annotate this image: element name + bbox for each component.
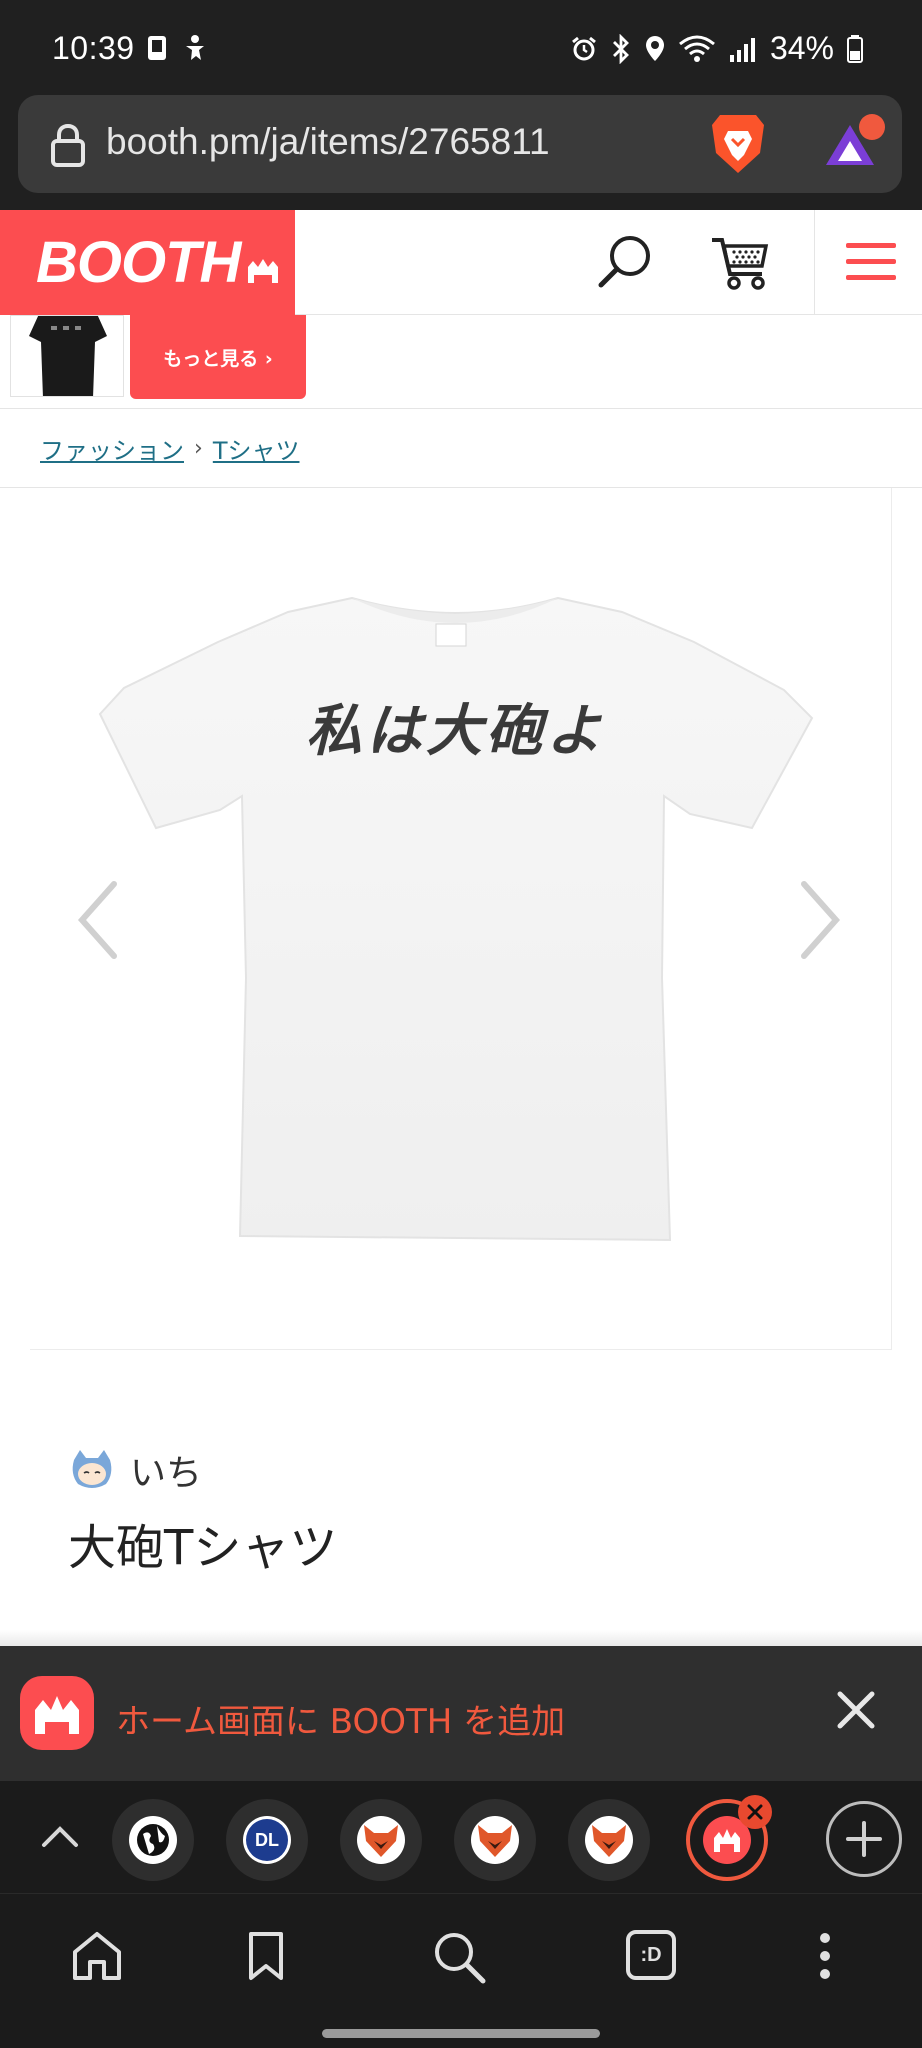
- product-title: 大砲Tシャツ: [68, 1520, 338, 1576]
- battery-percentage: 34%: [769, 30, 834, 66]
- product-image-tshirt: 私は大砲よ: [98, 596, 814, 1242]
- browser-toolbar: booth.pm/ja/items/2765811: [0, 92, 922, 210]
- tab-dl[interactable]: DL: [226, 1799, 308, 1881]
- brave-shields-icon[interactable]: [708, 111, 768, 177]
- plus-icon: [846, 1821, 882, 1857]
- tabs-switcher-button[interactable]: :D: [626, 1930, 676, 1980]
- shop-link[interactable]: いち: [68, 1444, 202, 1496]
- tab-strip: DL: [0, 1781, 922, 1893]
- item-thumbnail[interactable]: [10, 315, 124, 397]
- home-indicator[interactable]: [322, 2029, 600, 2038]
- tshirt-print-text: 私は大砲よ: [306, 699, 606, 764]
- url-text[interactable]: booth.pm/ja/items/2765811: [106, 121, 550, 163]
- tab-fox-2[interactable]: [454, 1799, 536, 1881]
- gallery-next-arrow-icon[interactable]: [794, 880, 844, 960]
- tab-globe[interactable]: [112, 1799, 194, 1881]
- signal-icon: [729, 37, 755, 62]
- booth-app-icon: [20, 1676, 94, 1750]
- booth-logo[interactable]: BOOTH: [0, 210, 295, 315]
- search-icon[interactable]: [432, 1930, 488, 1986]
- shop-items-strip: もっと見る ›: [0, 315, 922, 400]
- add-to-home-text[interactable]: ホーム画面に BOOTH を追加: [116, 1694, 565, 1743]
- tab-close-icon[interactable]: [738, 1795, 772, 1829]
- accessibility-icon: [186, 35, 204, 60]
- more-options-icon[interactable]: [815, 1930, 835, 1982]
- close-icon[interactable]: [836, 1690, 876, 1730]
- shop-avatar-icon: [72, 1450, 112, 1488]
- globe-icon: [129, 1816, 177, 1864]
- gallery-prev-arrow-icon[interactable]: [74, 880, 124, 960]
- address-bar[interactable]: booth.pm/ja/items/2765811: [18, 95, 902, 193]
- lock-icon: [51, 123, 85, 167]
- fox-icon: [357, 1816, 405, 1864]
- fox-icon: [471, 1816, 519, 1864]
- cart-icon[interactable]: [710, 234, 770, 292]
- breadcrumb-fashion[interactable]: ファッション: [40, 431, 184, 466]
- search-icon[interactable]: [596, 232, 656, 292]
- device-icon: [148, 36, 166, 60]
- site-header: BOOTH: [0, 210, 922, 315]
- status-left-icons: [144, 34, 208, 62]
- bluetooth-icon: [612, 33, 629, 64]
- status-time: 10:39: [52, 30, 135, 66]
- status-right-icons: 34%: [570, 30, 864, 67]
- battery-icon: [847, 34, 863, 63]
- tab-fox-1[interactable]: [340, 1799, 422, 1881]
- breadcrumb-tshirt[interactable]: Tシャツ: [213, 431, 300, 466]
- shop-name[interactable]: いち: [130, 1444, 202, 1496]
- tab-fox-3[interactable]: [568, 1799, 650, 1881]
- menu-divider: [814, 210, 815, 315]
- section-divider: [0, 1630, 922, 1646]
- new-tab-button[interactable]: [826, 1801, 902, 1877]
- booth-camel-icon: [248, 258, 279, 283]
- location-icon: [645, 35, 664, 61]
- home-icon[interactable]: [70, 1930, 124, 1982]
- add-to-home-banner[interactable]: ホーム画面に BOOTH を追加: [0, 1646, 922, 1781]
- booth-logo-text: BOOTH: [36, 230, 241, 295]
- tab-booth-active[interactable]: [686, 1795, 772, 1881]
- breadcrumb: ファッション › Tシャツ: [0, 408, 922, 488]
- hamburger-menu-icon[interactable]: [846, 243, 896, 291]
- bookmark-icon[interactable]: [246, 1930, 286, 1982]
- brave-rewards-icon[interactable]: [818, 113, 890, 177]
- fox-icon: [585, 1816, 633, 1864]
- product-gallery[interactable]: 私は大砲よ: [30, 488, 892, 1350]
- alarm-icon: [572, 36, 596, 60]
- dl-site-icon: DL: [243, 1816, 291, 1864]
- breadcrumb-separator: ›: [194, 435, 203, 461]
- status-bar: 10:39 34%: [0, 0, 922, 92]
- black-tshirt-thumbnail: [29, 316, 107, 396]
- more-items-button[interactable]: もっと見る ›: [130, 315, 306, 399]
- wifi-icon: [679, 35, 715, 62]
- chevron-up-icon[interactable]: [40, 1817, 80, 1853]
- bottom-navigation: :D: [0, 1893, 922, 2048]
